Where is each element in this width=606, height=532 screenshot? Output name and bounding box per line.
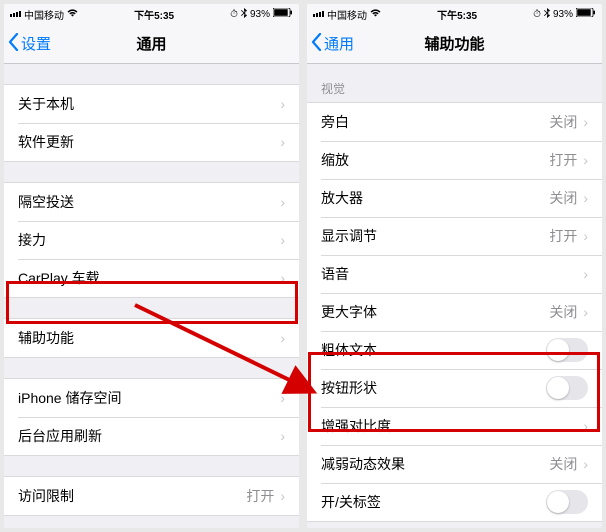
row-on-off-labels[interactable]: 开/关标签	[307, 483, 602, 521]
row-reduce-motion[interactable]: 减弱动态效果关闭›	[307, 445, 602, 483]
row-airdrop[interactable]: 隔空投送›	[4, 183, 299, 221]
chevron-right-icon: ›	[280, 96, 285, 112]
row-accessibility[interactable]: 辅助功能›	[4, 319, 299, 357]
chevron-right-icon: ›	[583, 418, 588, 434]
chevron-right-icon: ›	[583, 228, 588, 244]
chevron-right-icon: ›	[280, 390, 285, 406]
row-carplay[interactable]: CarPlay 车载›	[4, 259, 299, 297]
battery-pct: 93%	[250, 9, 270, 20]
battery-icon	[576, 8, 596, 20]
carrier-label: 中国移动	[24, 7, 64, 22]
row-zoom[interactable]: 缩放打开›	[307, 141, 602, 179]
chevron-right-icon: ›	[280, 194, 285, 210]
row-background-refresh[interactable]: 后台应用刷新›	[4, 417, 299, 455]
row-bold-text[interactable]: 粗体文本	[307, 331, 602, 369]
signal-icon	[313, 11, 324, 17]
battery-icon	[273, 8, 293, 20]
nav-bar: 通用 辅助功能	[307, 24, 602, 64]
row-iphone-storage[interactable]: iPhone 储存空间›	[4, 379, 299, 417]
wifi-icon	[67, 9, 78, 20]
alarm-icon: ⏱	[230, 9, 238, 20]
chevron-right-icon: ›	[583, 114, 588, 130]
phone-left-general: 中国移动 下午5:35 ⏱ 93%	[4, 4, 299, 528]
chevron-right-icon: ›	[280, 330, 285, 346]
section-header-vision: 视觉	[307, 64, 602, 102]
settings-list: 关于本机› 软件更新› 隔空投送› 接力› CarPlay 车载› 辅助功能› …	[4, 64, 299, 528]
chevron-right-icon: ›	[583, 152, 588, 168]
back-label: 设置	[21, 33, 51, 54]
bluetooth-icon	[241, 8, 247, 21]
wifi-icon	[370, 9, 381, 20]
row-about[interactable]: 关于本机›	[4, 85, 299, 123]
row-handoff[interactable]: 接力›	[4, 221, 299, 259]
status-time: 下午5:35	[437, 7, 477, 22]
back-button[interactable]: 设置	[4, 33, 51, 55]
chevron-left-icon	[8, 33, 19, 55]
row-display-accommodations[interactable]: 显示调节打开›	[307, 217, 602, 255]
toggle-switch[interactable]	[546, 376, 588, 400]
chevron-right-icon: ›	[583, 190, 588, 206]
chevron-right-icon: ›	[583, 266, 588, 282]
battery-pct: 93%	[553, 9, 573, 20]
toggle-switch[interactable]	[546, 338, 588, 362]
settings-list: 视觉 旁白关闭› 缩放打开› 放大器关闭› 显示调节打开› 语音› 更大字体关闭…	[307, 64, 602, 528]
alarm-icon: ⏱	[533, 9, 541, 20]
bluetooth-icon	[544, 8, 550, 21]
chevron-right-icon: ›	[280, 134, 285, 150]
row-increase-contrast[interactable]: 增强对比度›	[307, 407, 602, 445]
row-button-shapes[interactable]: 按钮形状	[307, 369, 602, 407]
row-software-update[interactable]: 软件更新›	[4, 123, 299, 161]
chevron-right-icon: ›	[280, 488, 285, 504]
row-magnifier[interactable]: 放大器关闭›	[307, 179, 602, 217]
status-bar: 中国移动 下午5:35 ⏱ 93%	[307, 4, 602, 24]
phone-right-accessibility: 中国移动 下午5:35 ⏱ 93%	[307, 4, 602, 528]
nav-bar: 设置 通用	[4, 24, 299, 64]
status-time: 下午5:35	[134, 7, 174, 22]
back-label: 通用	[324, 33, 354, 54]
status-bar: 中国移动 下午5:35 ⏱ 93%	[4, 4, 299, 24]
chevron-right-icon: ›	[280, 270, 285, 286]
row-restrictions[interactable]: 访问限制打开›	[4, 477, 299, 515]
back-button[interactable]: 通用	[307, 33, 354, 55]
toggle-switch[interactable]	[546, 490, 588, 514]
carrier-label: 中国移动	[327, 7, 367, 22]
row-larger-text[interactable]: 更大字体关闭›	[307, 293, 602, 331]
row-voiceover[interactable]: 旁白关闭›	[307, 103, 602, 141]
row-speech[interactable]: 语音›	[307, 255, 602, 293]
section-header-interaction: 互动	[307, 522, 602, 528]
chevron-right-icon: ›	[280, 232, 285, 248]
chevron-right-icon: ›	[583, 456, 588, 472]
signal-icon	[10, 11, 21, 17]
chevron-right-icon: ›	[280, 428, 285, 444]
chevron-right-icon: ›	[583, 304, 588, 320]
chevron-left-icon	[311, 33, 322, 55]
